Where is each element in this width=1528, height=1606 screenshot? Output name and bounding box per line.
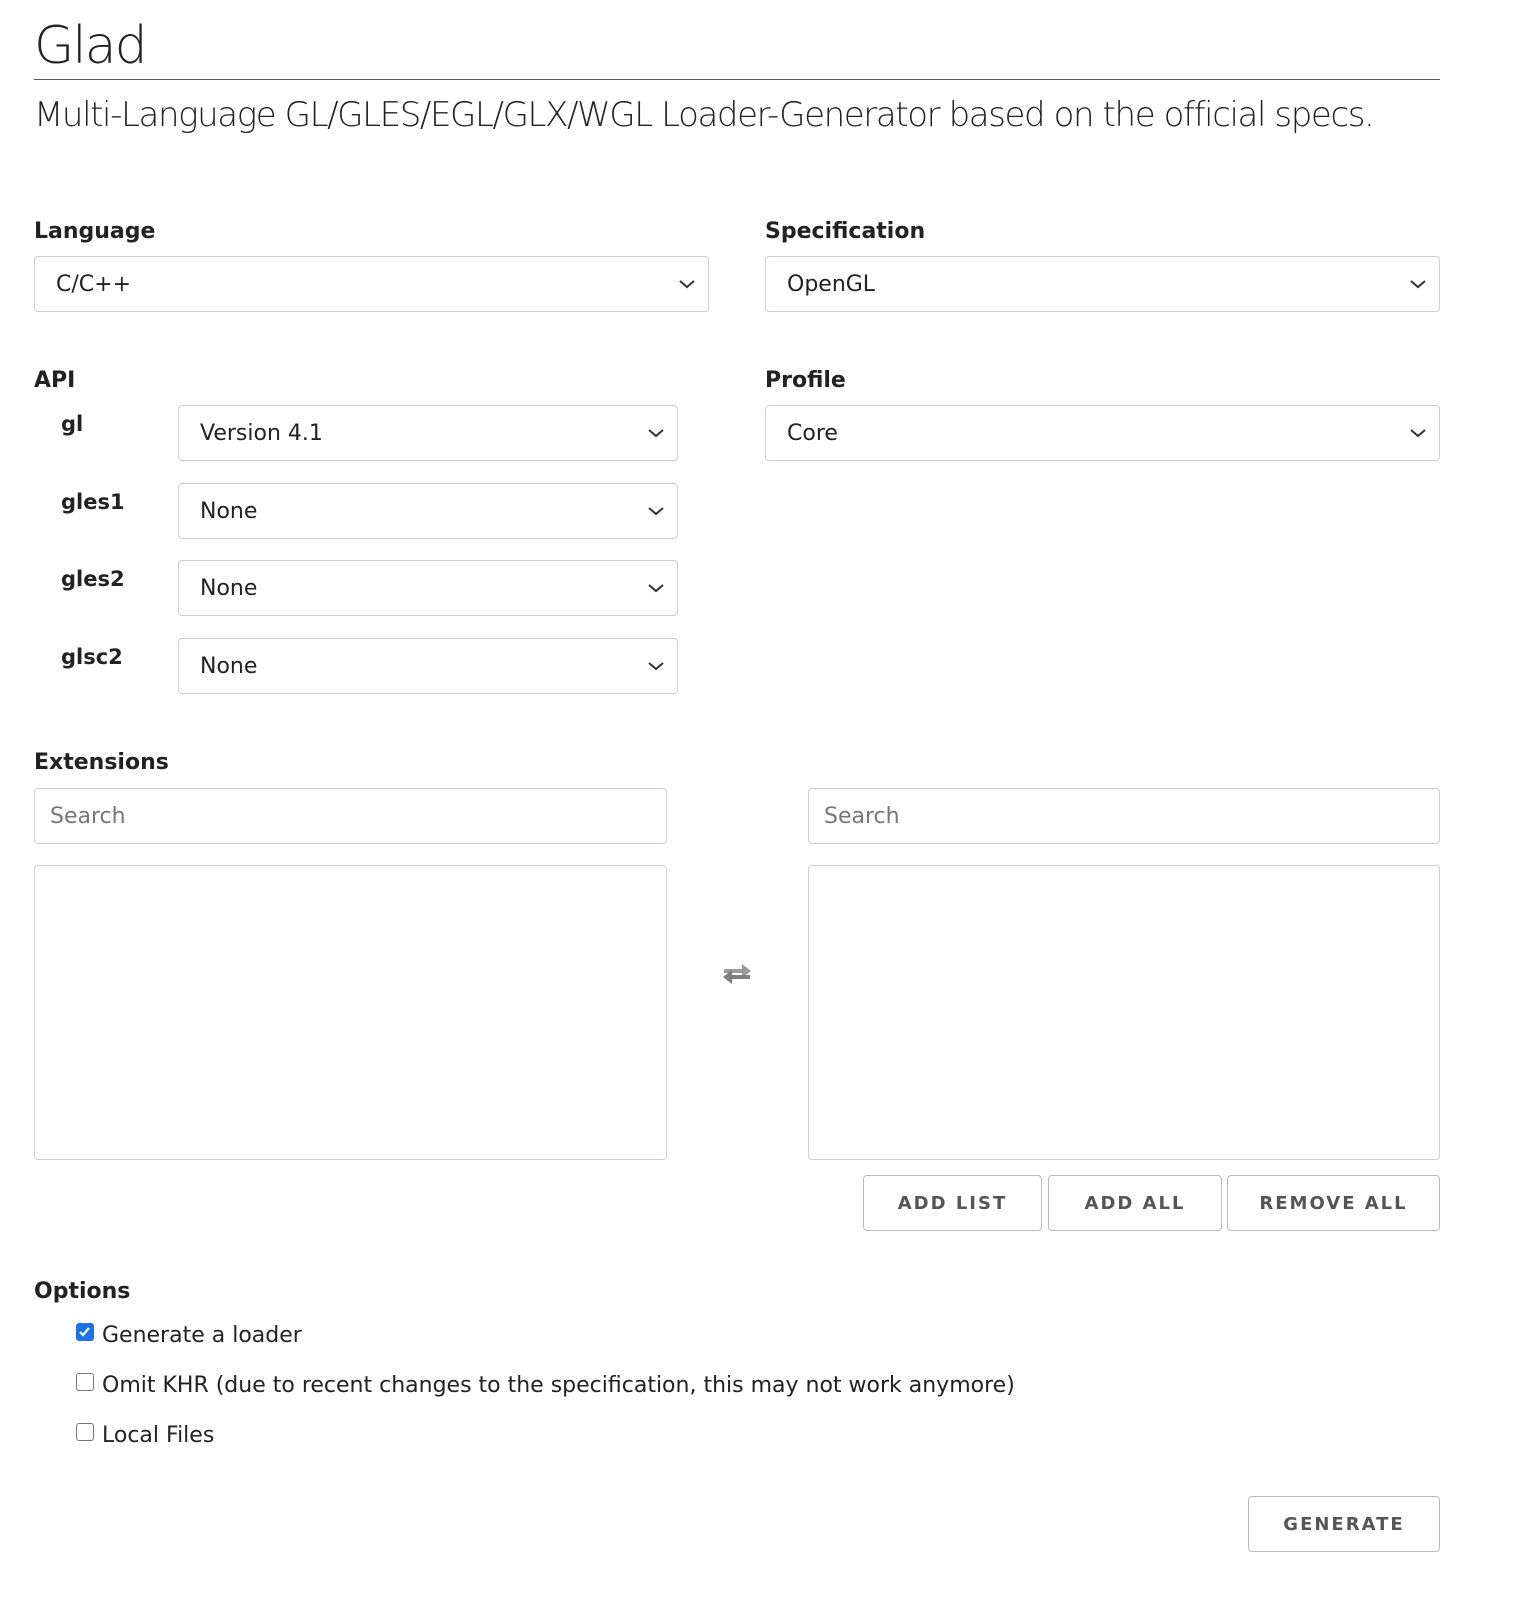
api-glsc2-select[interactable]: None [178, 638, 678, 694]
api-gles2-select-value: None [200, 575, 258, 601]
omit-khr-checkbox[interactable] [76, 1373, 94, 1391]
specification-label: Specification [765, 219, 926, 244]
local-files-checkbox[interactable] [76, 1423, 94, 1441]
chevron-down-icon [648, 507, 664, 516]
profile-label: Profile [765, 368, 846, 393]
specification-select[interactable]: OpenGL [765, 256, 1440, 312]
language-select-value: C/C++ [56, 271, 132, 297]
chevron-down-icon [1410, 280, 1426, 289]
chevron-down-icon [648, 662, 664, 671]
api-glsc2-select-value: None [200, 653, 258, 679]
page-title: Glad [34, 16, 148, 76]
page-subtitle: Multi-Language GL/GLES/EGL/GLX/WGL Loade… [34, 95, 1375, 135]
options-label: Options [34, 1279, 131, 1304]
chevron-down-icon [648, 429, 664, 438]
profile-select-value: Core [787, 420, 838, 446]
title-divider [34, 79, 1440, 80]
specification-select-value: OpenGL [787, 271, 876, 297]
chevron-down-icon [679, 280, 695, 289]
api-gles1-select-value: None [200, 498, 258, 524]
generate-button[interactable]: GENERATE [1248, 1496, 1440, 1552]
extensions-label: Extensions [34, 750, 169, 775]
api-gles1-select[interactable]: None [178, 483, 678, 539]
chevron-down-icon [648, 584, 664, 593]
remove-all-button[interactable]: REMOVE ALL [1227, 1175, 1440, 1231]
available-extensions-search-input[interactable] [34, 788, 667, 844]
api-glsc2-label: glsc2 [61, 645, 123, 669]
available-extensions-list[interactable] [34, 865, 667, 1160]
api-gles2-select[interactable]: None [178, 560, 678, 616]
option-generate-loader[interactable]: Generate a loader [76, 1320, 302, 1350]
omit-khr-label: Omit KHR (due to recent changes to the s… [102, 1372, 1015, 1398]
api-gl-select[interactable]: Version 4.1 [178, 405, 678, 461]
swap-arrows-icon[interactable] [720, 960, 754, 986]
generate-loader-checkbox[interactable] [76, 1323, 94, 1341]
generate-loader-label: Generate a loader [102, 1322, 302, 1348]
add-list-button[interactable]: ADD LIST [863, 1175, 1042, 1231]
api-gles2-label: gles2 [61, 567, 125, 591]
option-omit-khr[interactable]: Omit KHR (due to recent changes to the s… [76, 1370, 1015, 1400]
selected-extensions-list[interactable] [808, 865, 1440, 1160]
add-all-button[interactable]: ADD ALL [1048, 1175, 1222, 1231]
language-label: Language [34, 219, 156, 244]
profile-select[interactable]: Core [765, 405, 1440, 461]
option-local-files[interactable]: Local Files [76, 1420, 214, 1450]
language-select[interactable]: C/C++ [34, 256, 709, 312]
api-label: API [34, 368, 76, 393]
api-gl-label: gl [61, 412, 84, 436]
api-gles1-label: gles1 [61, 490, 125, 514]
checkmark-icon [79, 1327, 90, 1337]
local-files-label: Local Files [102, 1422, 215, 1448]
chevron-down-icon [1410, 429, 1426, 438]
api-gl-select-value: Version 4.1 [200, 420, 323, 446]
selected-extensions-search-input[interactable] [808, 788, 1440, 844]
